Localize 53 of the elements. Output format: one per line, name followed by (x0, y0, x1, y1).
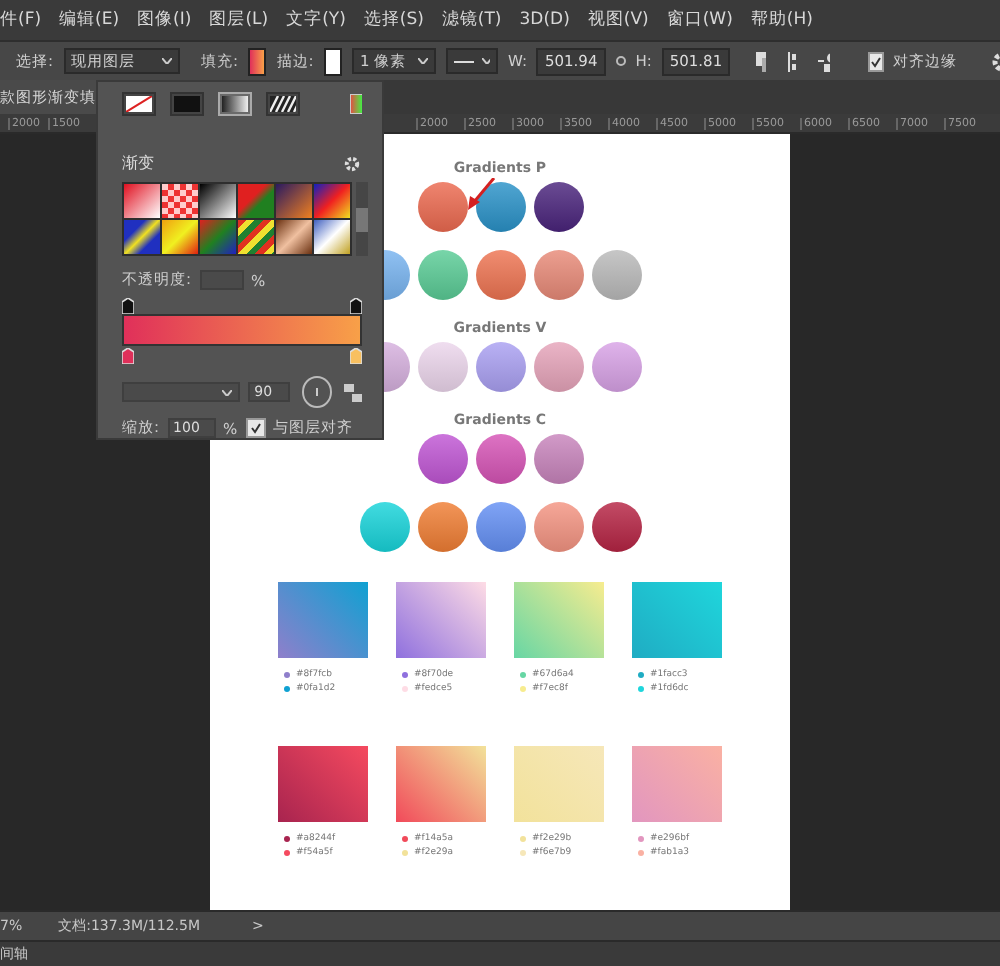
pointer-arrow (468, 178, 496, 210)
opacity-stop[interactable] (122, 298, 134, 314)
stroke-swatch[interactable] (323, 47, 342, 75)
align-edges-checkbox[interactable] (867, 51, 883, 71)
opacity-stop[interactable] (350, 298, 362, 314)
settings-icon[interactable] (344, 155, 362, 171)
angle-dial[interactable] (302, 376, 333, 408)
fill-swatch[interactable] (248, 47, 267, 75)
gradient-bar[interactable] (122, 314, 362, 346)
menu-item[interactable]: 件(F) (0, 8, 42, 32)
gradient-swatch (396, 746, 486, 822)
reverse-icon[interactable] (344, 383, 362, 401)
gradient-swatch (632, 582, 722, 658)
menu-item[interactable]: 图像(I) (137, 8, 192, 32)
gradient-swatch (278, 582, 368, 658)
color-picker-icon[interactable] (350, 94, 362, 114)
gradient-swatch (278, 746, 368, 822)
link-icon[interactable] (615, 56, 626, 66)
gradient-swatch (396, 582, 486, 658)
menu-item[interactable]: 文字(Y) (286, 8, 346, 32)
gradient-swatch (632, 746, 722, 822)
color-stop[interactable] (122, 348, 134, 364)
align-layer-checkbox[interactable] (245, 418, 266, 438)
pattern-fill-icon (270, 96, 296, 112)
caret-icon (417, 58, 428, 64)
no-fill-icon (126, 96, 152, 112)
path-operations-icon[interactable] (756, 51, 766, 71)
scrollbar[interactable] (356, 182, 368, 256)
line-style-icon (453, 59, 475, 63)
fill-type-button[interactable] (122, 92, 156, 116)
fill-type-button[interactable] (218, 92, 252, 116)
fill-type-button[interactable] (266, 92, 300, 116)
align-icon[interactable] (787, 51, 797, 71)
solid-fill-icon (174, 96, 200, 112)
menu-item[interactable]: 编辑(E) (59, 8, 120, 32)
caret-icon (161, 58, 172, 64)
stroke-style-dropdown[interactable] (445, 48, 498, 74)
menu-item[interactable]: 图层(L) (209, 8, 269, 32)
gradient-swatch (514, 746, 604, 822)
menu-item[interactable]: 3D(D) (519, 10, 570, 30)
caret-icon (482, 58, 490, 64)
menu-item[interactable]: 帮助(H) (750, 8, 813, 32)
menu-item[interactable]: 窗口(W) (666, 8, 733, 32)
menu-item[interactable]: 滤镜(T) (441, 8, 502, 32)
menu-item[interactable]: 选择(S) (363, 8, 424, 32)
gradient-presets[interactable] (122, 182, 352, 256)
gradient-fill-icon (222, 96, 248, 112)
arrange-icon[interactable] (818, 51, 829, 71)
settings-icon[interactable] (991, 51, 1000, 71)
caret-icon (222, 389, 233, 395)
menu-item[interactable]: 视图(V) (587, 8, 649, 32)
panel-title: 渐变 (122, 152, 154, 174)
gradient-swatch (514, 582, 604, 658)
